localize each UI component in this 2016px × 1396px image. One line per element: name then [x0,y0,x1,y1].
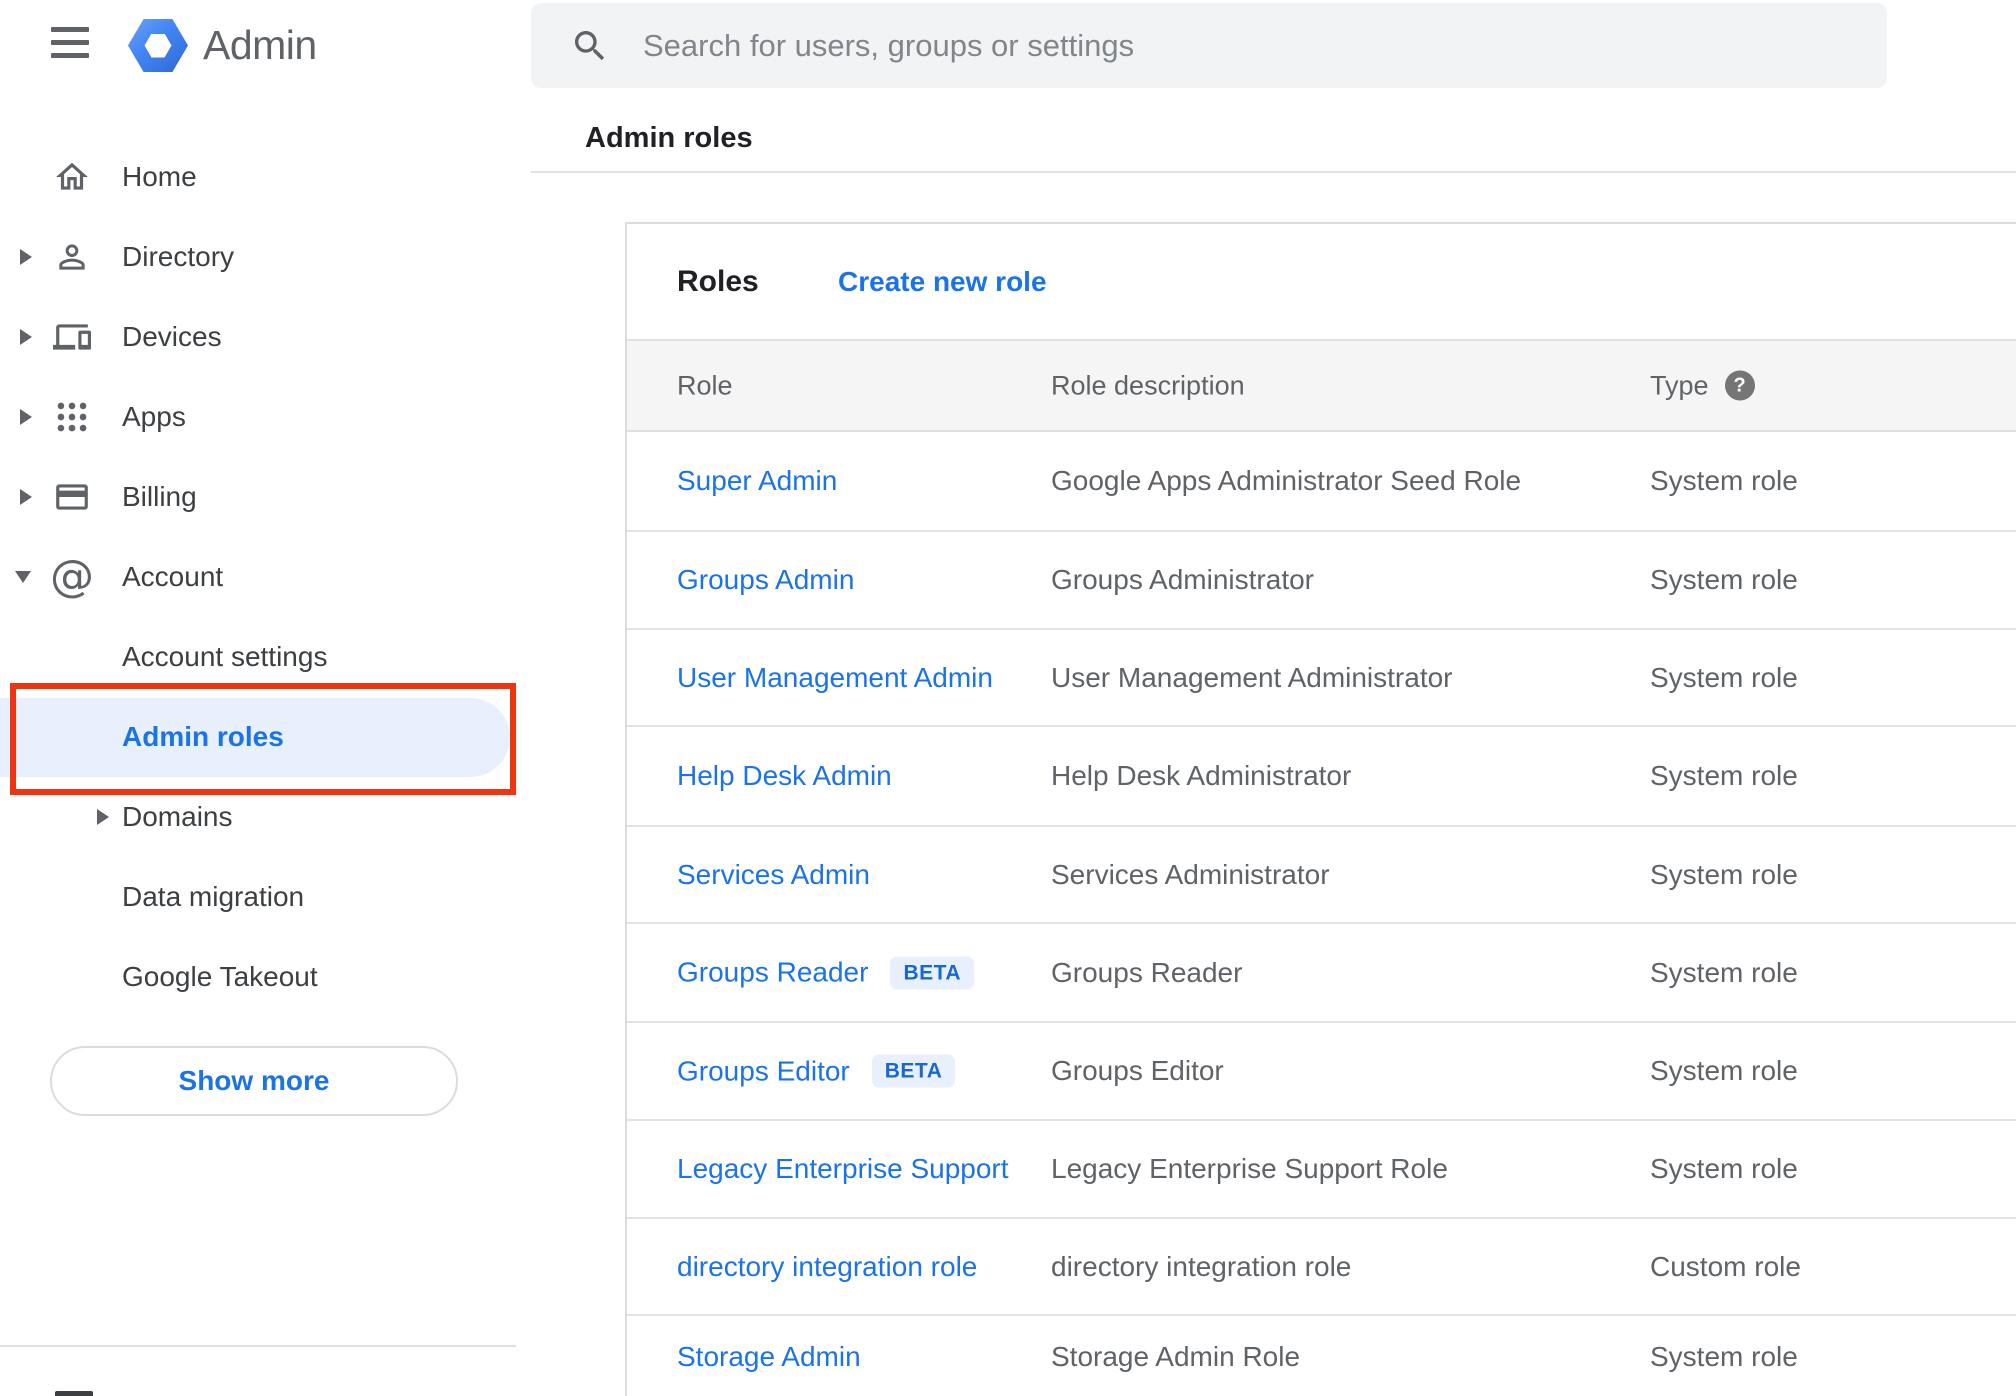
breadcrumb-divider [531,171,2016,173]
role-link[interactable]: Groups Editor [677,1055,850,1087]
sidebar-item-admin-roles[interactable]: Admin roles [0,697,516,777]
role-type: System role [1650,1341,1798,1372]
role-description: directory integration role [1051,1250,1352,1282]
chevron-right-icon[interactable] [20,489,32,505]
role-type: System role [1650,760,1798,791]
column-header-role: Role [677,370,733,400]
search-input[interactable] [643,3,1843,88]
sidebar-item-apps[interactable]: Apps [0,377,516,457]
role-type: System role [1650,564,1798,595]
role-link[interactable]: Storage Admin [677,1341,861,1373]
role-description: Groups Administrator [1051,564,1314,595]
show-more-button[interactable]: Show more [50,1046,458,1116]
column-header-type-label: Type [1650,370,1709,400]
table-row: User Management Admin User Management Ad… [627,630,2016,727]
role-link[interactable]: Super Admin [677,465,837,497]
role-link[interactable]: Services Admin [677,859,870,891]
chevron-right-icon[interactable] [20,329,32,345]
search-bar[interactable] [531,3,1887,88]
sidebar-item-billing[interactable]: Billing [0,457,516,537]
sidebar-item-label: Admin roles [122,721,284,752]
sidebar-item-label: Domains [122,801,233,832]
role-description: Services Administrator [1051,858,1330,890]
sidebar-item-label: Account settings [122,641,328,672]
sidebar-item-label: Account [122,561,224,592]
roles-card: Roles Create new role Role Role descript… [625,222,2016,1396]
breadcrumb: Admin roles [585,122,753,154]
sidebar-item-label: Devices [122,321,222,352]
table-row: Groups Reader BETA Groups Reader System … [627,924,2016,1023]
role-description: User Management Administrator [1051,661,1453,693]
search-icon [570,26,610,71]
admin-logo-icon [128,19,188,72]
role-type: System role [1650,1055,1798,1086]
role-description: Groups Editor [1051,1055,1224,1086]
sidebar-item-label: Google Takeout [122,961,318,992]
sidebar-divider [0,1345,516,1347]
sidebar-item-label: Directory [122,241,235,272]
hamburger-menu-icon[interactable] [51,27,89,58]
role-type: System role [1650,465,1798,496]
beta-badge: BETA [871,1054,956,1088]
role-link[interactable]: Groups Admin [677,564,854,596]
chevron-right-icon[interactable] [20,249,32,265]
table-header-row: Role Role description Type ? [627,339,2016,432]
sidebar-item-label: Billing [122,481,197,512]
home-icon [52,157,92,197]
table-row: Legacy Enterprise Support Legacy Enterpr… [627,1121,2016,1219]
sidebar-item-devices[interactable]: Devices [0,297,516,377]
role-type: System role [1650,956,1798,988]
table-row: Services Admin Services Administrator Sy… [627,827,2016,924]
role-type: System role [1650,1153,1798,1184]
role-link[interactable]: Groups Reader [677,957,868,989]
role-description: Help Desk Administrator [1051,760,1352,791]
cutoff-bottom-icon [55,1391,93,1396]
role-link[interactable]: Legacy Enterprise Support [677,1153,1009,1185]
table-row: directory integration role directory int… [627,1219,2016,1316]
column-header-description: Role description [1051,370,1245,400]
role-type: System role [1650,661,1798,693]
role-description: Legacy Enterprise Support Role [1051,1153,1448,1184]
role-link[interactable]: directory integration role [677,1251,977,1283]
app-title: Admin [203,22,317,68]
sidebar-item-label: Data migration [122,881,305,912]
role-type: Custom role [1650,1250,1801,1282]
column-header-type: Type ? [1650,370,1755,401]
create-new-role-link[interactable]: Create new role [838,266,1047,298]
role-description: Storage Admin Role [1051,1341,1301,1372]
sidebar-item-label: Home [122,161,197,192]
beta-badge: BETA [890,956,975,989]
apps-grid-icon [52,397,92,437]
at-sign-icon: @ [50,551,94,602]
devices-icon [52,317,92,357]
sidebar-item-account-settings[interactable]: Account settings [0,617,516,697]
role-link[interactable]: User Management Admin [677,662,993,694]
chevron-right-icon[interactable] [97,809,109,825]
sidebar-item-account[interactable]: @ Account [0,537,516,617]
sidebar-item-home[interactable]: Home [0,137,516,217]
roles-card-header: Roles Create new role [627,224,2016,339]
table-row: Help Desk Admin Help Desk Administrator … [627,727,2016,827]
credit-card-icon [52,477,92,517]
table-row: Groups Admin Groups Administrator System… [627,532,2016,630]
chevron-down-icon[interactable] [15,571,31,583]
sidebar-item-directory[interactable]: Directory [0,217,516,297]
sidebar-item-label: Apps [122,401,186,432]
table-row: Storage Admin Storage Admin Role System … [627,1316,2016,1396]
chevron-right-icon[interactable] [20,409,32,425]
table-row: Super Admin Google Apps Administrator Se… [627,432,2016,532]
person-icon [52,237,92,277]
help-icon[interactable]: ? [1724,370,1755,401]
card-title: Roles [677,264,759,298]
sidebar-item-domains[interactable]: Domains [0,777,516,857]
sidebar-item-data-migration[interactable]: Data migration [0,857,516,937]
role-description: Groups Reader [1051,956,1243,988]
role-link[interactable]: Help Desk Admin [677,760,892,792]
sidebar-item-google-takeout[interactable]: Google Takeout [0,937,516,1017]
table-row: Groups Editor BETA Groups Editor System … [627,1023,2016,1121]
role-type: System role [1650,858,1798,890]
role-description: Google Apps Administrator Seed Role [1051,465,1522,496]
admin-console: Admin Home Directory Devices Apps Billin… [0,0,2016,1396]
